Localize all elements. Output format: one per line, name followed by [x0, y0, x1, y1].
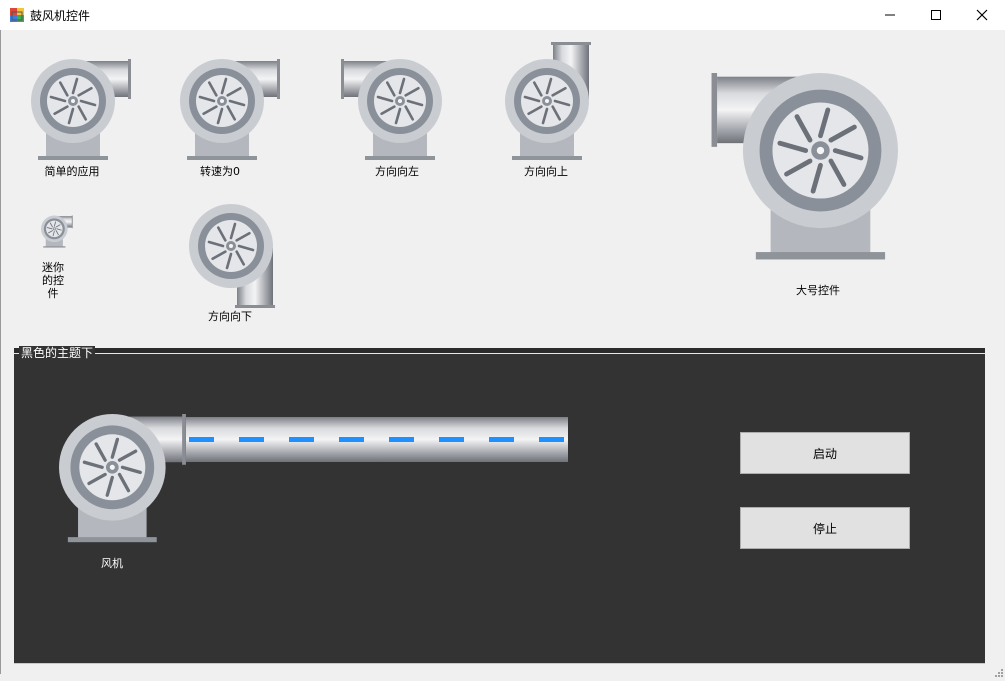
- fan-label-left: 方向向左: [375, 165, 419, 178]
- fan-label-up: 方向向上: [524, 165, 568, 178]
- fan-dark: [57, 412, 191, 546]
- fan-label-large: 大号控件: [796, 284, 840, 297]
- fan-large: [706, 73, 898, 265]
- fan-label-speed-zero: 转速为0: [200, 165, 240, 178]
- fan-simple: [29, 57, 135, 163]
- fan-label-dark: 风机: [101, 557, 123, 570]
- app-icon: [9, 7, 25, 23]
- fan-up: [503, 42, 595, 163]
- minimize-icon: [885, 14, 895, 16]
- window-title: 鼓风机控件: [30, 9, 91, 23]
- title-bar: 鼓风机控件: [0, 0, 1005, 30]
- maximize-icon: [931, 10, 941, 20]
- group-border: [14, 353, 985, 354]
- fan-label-mini: 迷你 的控 件: [42, 261, 64, 300]
- window-left-border: [0, 30, 1, 674]
- stop-button[interactable]: 停止: [740, 507, 910, 549]
- minimize-button[interactable]: [867, 0, 913, 30]
- fan-label-simple: 简单的应用: [44, 165, 100, 178]
- resize-grip[interactable]: [993, 662, 1003, 677]
- fan-mini: [40, 215, 74, 249]
- maximize-button[interactable]: [913, 0, 959, 30]
- flow-pipe: [186, 417, 568, 462]
- fan-left: [338, 57, 444, 163]
- fan-label-down: 方向向下: [208, 310, 252, 323]
- fan-down: [187, 202, 279, 308]
- close-icon: [976, 9, 988, 21]
- fan-speed-zero: [178, 57, 284, 163]
- close-button[interactable]: [959, 0, 1005, 30]
- group-title: 黑色的主题下: [19, 346, 96, 360]
- start-button[interactable]: 启动: [740, 432, 910, 474]
